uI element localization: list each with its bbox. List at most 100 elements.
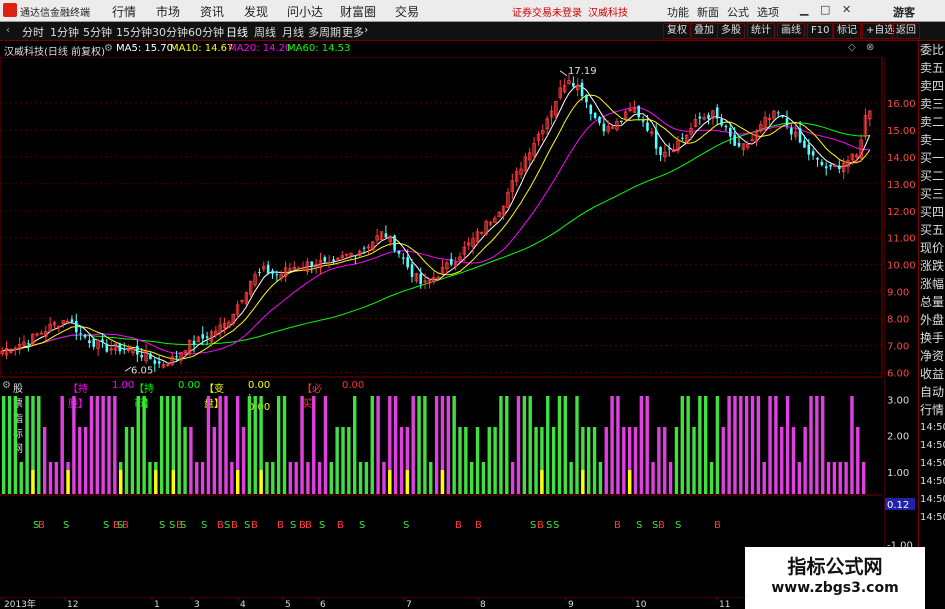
sidebar-item[interactable]: 总量	[919, 293, 945, 311]
sidebar-item[interactable]: 14:50	[919, 437, 945, 455]
indicator-bar	[189, 427, 193, 494]
candle-body	[572, 82, 575, 87]
indicator-bar	[493, 427, 497, 494]
candlestick-chart[interactable]: 17.19 6.05	[0, 57, 884, 378]
sidebar-item[interactable]: 14:50	[919, 473, 945, 491]
menu-faxian[interactable]: 发现	[244, 3, 268, 20]
menu-gongshi[interactable]: 公式	[727, 4, 749, 20]
login-status[interactable]: 证券交易未登录	[512, 4, 582, 19]
guest-label[interactable]: 游客	[893, 4, 915, 20]
btn-fuquan[interactable]: 复权	[663, 23, 691, 39]
indicator-bar	[546, 396, 550, 494]
panel-close-icon[interactable]: ⊗	[866, 42, 874, 53]
sidebar-item[interactable]: 买一	[919, 149, 945, 167]
indicator-bar	[376, 396, 380, 494]
indicator-bar	[551, 427, 556, 494]
indicator-bar	[78, 427, 82, 494]
indicator-bar	[499, 396, 503, 494]
indicator-bar	[622, 427, 626, 494]
maximize-icon[interactable]: □	[820, 3, 830, 16]
sidebar-item[interactable]: 净资	[919, 347, 945, 365]
menu-gongneng[interactable]: 功能	[667, 4, 689, 20]
diamond-icon[interactable]: ◇	[848, 42, 856, 53]
indicator-bar-yellow	[31, 470, 35, 494]
btn-diejia[interactable]: 叠加	[690, 23, 718, 39]
sidebar-item[interactable]: 卖三	[919, 95, 945, 113]
sidebar-item[interactable]: 行情	[919, 401, 945, 419]
period-5min[interactable]: 5分钟	[83, 24, 112, 40]
btn-f10[interactable]: F10	[807, 23, 834, 39]
sidebar-item[interactable]: 卖二	[919, 113, 945, 131]
chevron-right-icon[interactable]: ›	[364, 23, 368, 36]
sidebar-item[interactable]: 14:50	[919, 455, 945, 473]
minimize-icon[interactable]: ▁	[800, 3, 808, 16]
btn-biaoji[interactable]: 标记	[833, 23, 861, 39]
period-30min[interactable]: 30分钟	[152, 24, 188, 40]
btn-tongji[interactable]: 统计	[747, 23, 775, 39]
date-label: 7	[406, 600, 412, 609]
menu-jiaoyi[interactable]: 交易	[395, 3, 419, 20]
sidebar-item[interactable]: 买四	[919, 203, 945, 221]
candle-body	[654, 129, 658, 149]
menu-shichang[interactable]: 市场	[156, 3, 180, 20]
sidebar-item[interactable]: 涨跌	[919, 257, 945, 275]
sidebar-item[interactable]: 卖五	[919, 59, 945, 77]
buy-signal: B	[337, 520, 344, 531]
indicator-bar	[475, 427, 480, 494]
sidebar-item[interactable]: 自动	[919, 383, 945, 401]
price-tick-label: 10.00	[887, 261, 916, 272]
menu-hangqing[interactable]: 行情	[112, 3, 136, 20]
period-daily[interactable]: 日线	[226, 24, 248, 40]
menu-xuanxiang[interactable]: 选项	[757, 4, 779, 20]
sidebar-item[interactable]: 卖四	[919, 77, 945, 95]
sidebar-item[interactable]: 14:50	[919, 491, 945, 509]
candle-body	[580, 82, 584, 97]
indicator-bar	[838, 462, 842, 494]
sidebar-item[interactable]: 卖一	[919, 131, 945, 149]
indicator-bar	[458, 427, 462, 494]
indicator-bar	[218, 396, 222, 494]
sidebar-item[interactable]: 涨幅	[919, 275, 945, 293]
period-more[interactable]: 更多	[342, 24, 364, 40]
sidebar-item[interactable]: 14:50	[919, 509, 945, 527]
indicator-bar-yellow	[236, 470, 240, 494]
sidebar-item[interactable]: 外盘	[919, 311, 945, 329]
sidebar-item[interactable]: 收益	[919, 365, 945, 383]
indicator-bar	[2, 396, 6, 494]
sidebar-item[interactable]: 买二	[919, 167, 945, 185]
period-60min[interactable]: 60分钟	[188, 24, 224, 40]
sidebar-item[interactable]: 现价	[919, 239, 945, 257]
buy-signal: B	[537, 520, 544, 531]
buy-signal: B	[231, 520, 238, 531]
sidebar-item[interactable]: 14:50	[919, 419, 945, 437]
indicator-bar	[48, 462, 53, 494]
period-fenshi[interactable]: 分时	[22, 24, 44, 40]
period-monthly[interactable]: 月线	[282, 24, 304, 40]
sidebar-item[interactable]: 换手	[919, 329, 945, 347]
period-15min[interactable]: 15分钟	[116, 24, 152, 40]
indicator-bar	[341, 427, 345, 494]
menu-wenxiaoda[interactable]: 问小达	[287, 3, 323, 20]
menu-caifuquan[interactable]: 财富圈	[340, 3, 376, 20]
chevron-left-icon[interactable]: ‹	[6, 25, 10, 36]
sidebar-item[interactable]: 委比	[919, 41, 945, 59]
menu-xinmian[interactable]: 新面	[697, 4, 719, 20]
indicator-bar	[271, 462, 275, 494]
period-multi[interactable]: 多周期	[308, 24, 341, 40]
btn-fanhui[interactable]: 返回	[892, 23, 920, 39]
btn-duogu[interactable]: 多股	[717, 23, 745, 39]
price-tick-label: 16.00	[887, 99, 916, 110]
chart-frame	[0, 57, 883, 378]
sidebar-item[interactable]: 买三	[919, 185, 945, 203]
indicator-bar	[768, 396, 772, 494]
period-1min[interactable]: 1分钟	[50, 24, 79, 40]
indicator-bar	[569, 462, 573, 494]
sell-signal: S	[546, 520, 552, 531]
close-icon[interactable]: ✕	[842, 3, 851, 16]
sidebar-item[interactable]: 买五	[919, 221, 945, 239]
settings-icon[interactable]: ⚙	[104, 43, 113, 54]
indicator-bar-yellow	[440, 470, 445, 494]
menu-zixun[interactable]: 资讯	[200, 3, 224, 20]
period-weekly[interactable]: 周线	[254, 24, 276, 40]
btn-huaxian[interactable]: 画线	[777, 23, 805, 39]
